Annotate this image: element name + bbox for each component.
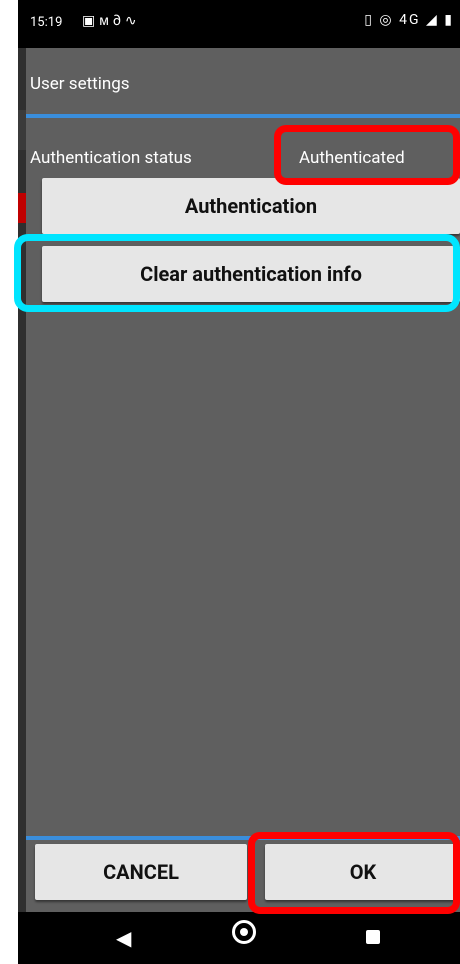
4g-icon: 4G [399, 12, 421, 28]
user-settings-dialog: User settings Authentication status Auth… [26, 48, 460, 912]
m-icon: ᴍ [99, 13, 113, 29]
cancel-button[interactable]: CANCEL [35, 844, 247, 900]
dialog-title: User settings [30, 74, 130, 94]
system-icons: ▯ ◎ 4G ◢ ▮ [364, 12, 454, 28]
link-icon: ∂ [112, 13, 125, 29]
image-icon: ▣ [82, 13, 100, 29]
signal-icon: ◢ [426, 12, 439, 28]
clear-authentication-button[interactable]: Clear authentication info [42, 246, 460, 302]
status-time: 15:19 [30, 15, 63, 30]
vibrate-icon: ▯ [364, 12, 374, 28]
auth-status-label: Authentication status [30, 148, 192, 168]
hotspot-icon: ◎ [379, 12, 394, 28]
notification-icons: ▣ᴍ∂∿ [82, 12, 141, 29]
battery-icon: ▮ [444, 12, 454, 28]
recent-apps-icon[interactable] [366, 930, 380, 944]
home-icon[interactable] [232, 920, 256, 944]
phone-screen: 15:19 ▣ᴍ∂∿ ▯ ◎ 4G ◢ ▮ User settings Auth… [18, 0, 460, 964]
ok-button[interactable]: OK [265, 844, 460, 900]
title-divider [26, 114, 460, 118]
bottom-divider [26, 836, 460, 840]
authentication-button[interactable]: Authentication [42, 178, 460, 234]
navigation-bar: ◀ [18, 912, 460, 964]
status-bar: 15:19 ▣ᴍ∂∿ ▯ ◎ 4G ◢ ▮ [18, 0, 460, 48]
auth-status-value: Authenticated [299, 148, 405, 168]
wave-icon: ∿ [124, 13, 141, 29]
back-icon[interactable]: ◀ [116, 926, 131, 950]
